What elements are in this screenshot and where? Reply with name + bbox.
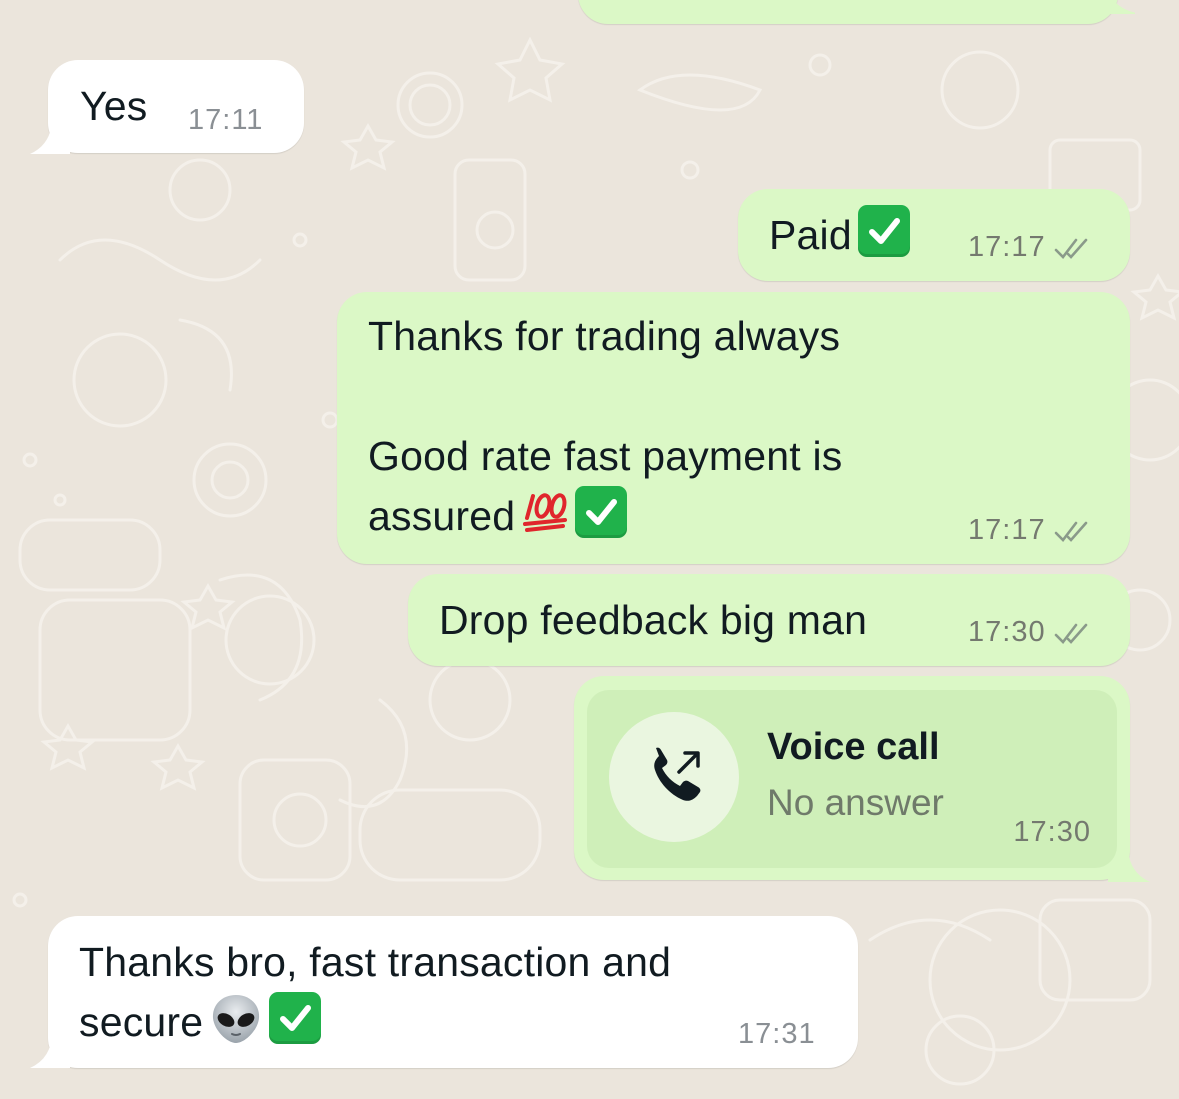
check-mark-emoji-icon (269, 992, 322, 1044)
message-bubble-outgoing[interactable]: Paid 17:17 (738, 189, 1130, 281)
bubble-tail-incoming (30, 118, 70, 154)
message-text-line: Thanks bro, fast transaction and (79, 939, 672, 985)
call-icon-circle (609, 712, 739, 842)
outgoing-call-icon (654, 747, 701, 801)
message-text-line: assured (368, 486, 628, 546)
message-timestamp: 17:11 (188, 104, 264, 136)
call-status: No answer (767, 782, 944, 823)
message-timestamp: 17:17 (968, 231, 1046, 263)
check-mark-emoji-icon (857, 205, 910, 257)
bubble-tail-incoming (30, 1032, 70, 1068)
message-text-line: secure (79, 992, 322, 1052)
bubble-tail (1105, 0, 1135, 14)
double-check-icon (1054, 238, 1087, 259)
message-text: Paid (769, 205, 910, 265)
message-text-line: Thanks for trading always (368, 313, 841, 359)
message-bubble-outgoing-partial[interactable] (578, 0, 1118, 24)
message-bubble-incoming[interactable]: Thanks bro, fast transaction and secure … (48, 916, 858, 1068)
message-meta: 17:17 (968, 514, 1090, 547)
message-bubble-outgoing[interactable]: Drop feedback big man 17:30 (408, 574, 1130, 666)
message-bubble-incoming[interactable]: Yes 17:11 (48, 60, 304, 153)
message-meta: 17:17 (968, 231, 1090, 264)
voice-call-card[interactable]: Voice call No answer 17:30 (587, 690, 1117, 868)
message-text: Yes (80, 83, 148, 129)
hundred-points-emoji-icon (523, 493, 568, 532)
message-timestamp: 17:17 (968, 514, 1046, 546)
double-check-icon (1054, 623, 1087, 644)
message-bubble-outgoing[interactable]: Thanks for trading always Good rate fast… (337, 292, 1130, 564)
message-text: Drop feedback big man (439, 597, 868, 643)
alien-emoji-icon (213, 995, 260, 1043)
message-timestamp: 17:31 (738, 1018, 816, 1050)
message-meta: 17:30 (968, 616, 1090, 649)
check-mark-emoji-icon (575, 486, 628, 538)
message-text-line: Good rate fast payment is (368, 433, 843, 479)
message-timestamp: 17:30 (968, 616, 1046, 648)
message-timestamp: 17:30 (1013, 816, 1091, 848)
call-title: Voice call (767, 726, 940, 768)
double-check-icon (1054, 521, 1087, 542)
